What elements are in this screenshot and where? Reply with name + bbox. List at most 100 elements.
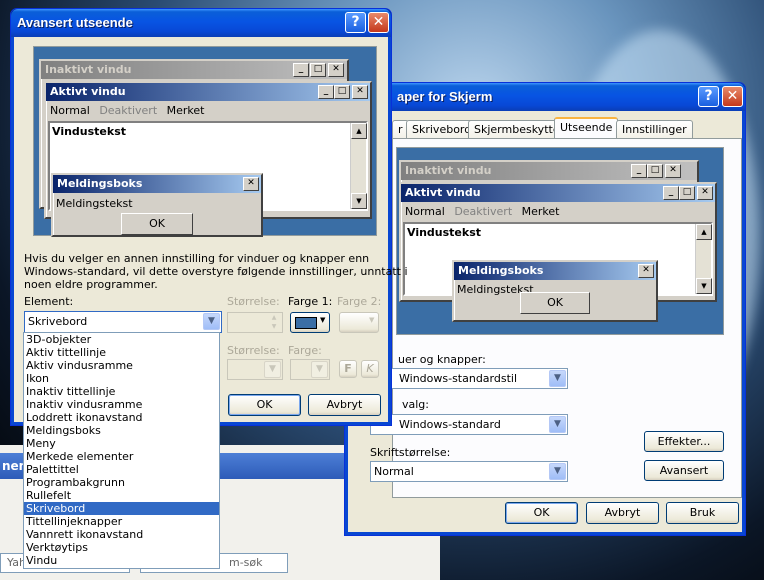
display-properties-titlebar[interactable]: aper for Skjerm <box>345 83 745 111</box>
italic-button: K <box>361 360 379 378</box>
element-select[interactable]: Skrivebord ▼ <box>24 311 222 333</box>
element-option[interactable]: Tittellinjeknapper <box>24 515 219 528</box>
element-option[interactable]: Meny <box>24 437 219 450</box>
minimize-icon: _ <box>318 85 334 99</box>
preview-menu: Normal Deaktivert Merket <box>50 104 205 117</box>
preview-window-text: Vindustekst <box>407 226 482 239</box>
chevron-down-icon[interactable]: ▼ <box>203 313 220 330</box>
preview-window-text: Vindustekst <box>52 125 127 138</box>
advanced-button[interactable]: Avansert <box>644 460 724 481</box>
font-size-label: Størrelse: <box>227 344 280 357</box>
apply-button[interactable]: Bruk <box>666 502 739 524</box>
element-option[interactable]: Vannrett ikonavstand <box>24 528 219 541</box>
info-text-line-3: noen eldre programmer. <box>24 278 158 291</box>
chevron-down-icon[interactable]: ▼ <box>549 370 566 387</box>
element-option[interactable]: 3D-objekter <box>24 333 219 346</box>
preview-msgbox-title: Meldingsboks <box>53 175 261 193</box>
ok-button[interactable]: OK <box>505 502 578 524</box>
chevron-down-icon: ▼ <box>320 316 326 324</box>
tab-appearance[interactable]: Utseende <box>554 117 619 138</box>
menu-selected: Merket <box>521 205 560 218</box>
cancel-button[interactable]: Avbryt <box>586 502 659 524</box>
minimize-icon: _ <box>631 164 647 178</box>
element-option[interactable]: Inaktiv tittellinje <box>24 385 219 398</box>
scroll-up-icon: ▲ <box>351 123 367 139</box>
element-option[interactable]: Merkede elementer <box>24 450 219 463</box>
menu-normal: Normal <box>405 205 445 218</box>
font-color-select: ▼ <box>290 359 330 380</box>
style-label: uer og knapper: <box>398 353 486 366</box>
element-option[interactable]: Vindu <box>24 554 219 567</box>
bold-button: F <box>339 360 357 378</box>
element-option[interactable]: Programbakgrunn <box>24 476 219 489</box>
close-icon: ✕ <box>352 85 368 99</box>
preview-message-box: Meldingsboks ✕ Meldingstekst OK <box>452 260 658 322</box>
scroll-up-icon: ▲ <box>696 224 712 240</box>
info-text-line-1: Hvis du velger en annen innstilling for … <box>24 252 370 265</box>
tab-settings[interactable]: Innstillinger <box>616 120 693 138</box>
minimize-icon: _ <box>293 63 309 77</box>
close-icon: ✕ <box>243 177 259 191</box>
element-option[interactable]: Palettittel <box>24 463 219 476</box>
spin-up-icon: ▲ <box>271 314 277 321</box>
maximize-icon: □ <box>310 63 326 77</box>
appearance-preview: Inaktivt vindu _ □ ✕ Aktivt vindu _ □ ✕ … <box>396 147 724 335</box>
element-option[interactable]: Skrivebord <box>24 502 219 515</box>
element-option[interactable]: Ikon <box>24 372 219 385</box>
size-label: Størrelse: <box>227 295 280 308</box>
cancel-button[interactable]: Avbryt <box>308 394 381 416</box>
style-select[interactable]: Windows-standardstil ▼ <box>370 368 568 389</box>
scheme-value: Windows-standard <box>399 418 501 431</box>
display-properties-body: r Skrivebord Skjermbeskytter Utseende In… <box>345 111 745 535</box>
scheme-label: valg: <box>402 398 429 411</box>
element-option[interactable]: Loddrett ikonavstand <box>24 411 219 424</box>
element-dropdown-list[interactable]: 3D-objekter Aktiv tittellinje Aktiv vindus… <box>23 332 220 569</box>
help-button[interactable]: ? <box>345 12 366 33</box>
advanced-appearance-title: Avansert utseende <box>17 15 133 30</box>
element-value: Skrivebord <box>28 315 88 328</box>
close-icon: ✕ <box>697 186 713 200</box>
display-properties-title: aper for Skjerm <box>397 89 493 104</box>
menu-normal: Normal <box>50 104 90 117</box>
maximize-icon: □ <box>334 85 350 99</box>
preview-message-box: Meldingsboks ✕ Meldingstekst OK <box>51 173 263 237</box>
element-option[interactable]: Rullefelt <box>24 489 219 502</box>
menu-disabled: Deaktivert <box>454 205 513 218</box>
chevron-down-icon[interactable]: ▼ <box>549 463 566 480</box>
tab-desktop[interactable]: Skrivebord <box>406 120 478 138</box>
preview-msgbox-ok: OK <box>121 213 193 235</box>
font-size-select: ▼ <box>227 359 283 380</box>
element-option[interactable]: Aktiv vindusramme <box>24 359 219 372</box>
chevron-down-icon[interactable]: ▼ <box>549 416 566 433</box>
minimize-icon: _ <box>663 186 679 200</box>
chevron-down-icon: ▼ <box>264 361 281 378</box>
appearance-preview: Inaktivt vindu _ □ ✕ Aktivt vindu _ □ ✕ … <box>33 46 377 237</box>
color1-swatch <box>295 317 317 329</box>
font-size-select[interactable]: Normal ▼ <box>370 461 568 482</box>
maximize-icon: □ <box>647 164 663 178</box>
preview-msgbox-ok: OK <box>520 292 590 314</box>
menu-selected: Merket <box>166 104 205 117</box>
close-button[interactable]: ✕ <box>368 12 389 33</box>
element-option[interactable]: Meldingsboks <box>24 424 219 437</box>
font-size-label: Skriftstørrelse: <box>370 446 451 459</box>
display-properties-window: aper for Skjerm ? ✕ r Skrivebord Skjermb… <box>344 82 746 536</box>
close-icon: ✕ <box>328 63 344 77</box>
help-button[interactable]: ? <box>698 86 719 107</box>
element-option[interactable]: Inaktiv vindusramme <box>24 398 219 411</box>
advanced-appearance-titlebar[interactable]: Avansert utseende <box>11 9 391 37</box>
close-icon: ✕ <box>638 264 654 278</box>
spin-down-icon: ▼ <box>271 323 277 330</box>
chevron-down-icon: ▼ <box>311 361 328 378</box>
scheme-select[interactable]: Windows-standard ▼ <box>370 414 568 435</box>
scroll-down-icon: ▼ <box>351 193 367 209</box>
scroll-down-icon: ▼ <box>696 278 712 294</box>
close-button[interactable]: ✕ <box>722 86 743 107</box>
effects-button[interactable]: Effekter... <box>644 431 724 452</box>
ok-button[interactable]: OK <box>228 394 301 416</box>
color1-picker[interactable]: ▼ <box>290 312 330 333</box>
color1-label: Farge 1: <box>288 295 333 308</box>
element-option[interactable]: Verktøytips <box>24 541 219 554</box>
element-option[interactable]: Aktiv tittellinje <box>24 346 219 359</box>
menu-disabled: Deaktivert <box>99 104 158 117</box>
